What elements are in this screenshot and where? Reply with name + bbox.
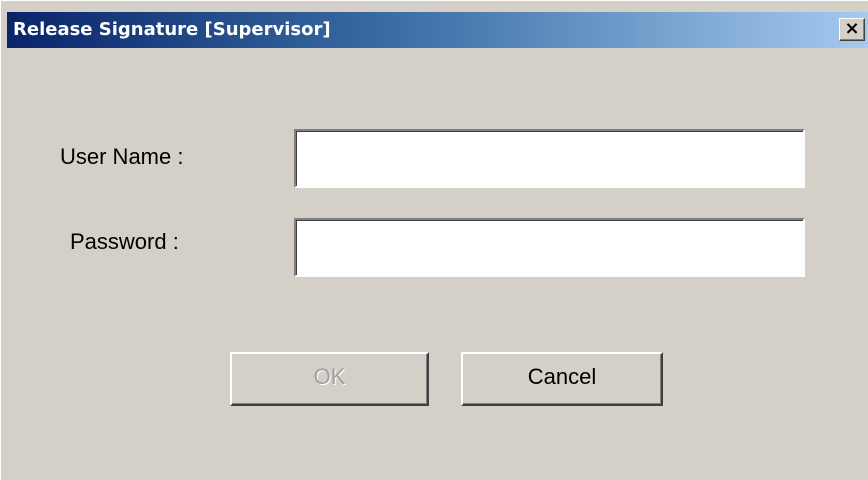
ok-button-label: OK (313, 364, 346, 389)
username-label: User Name : (60, 144, 184, 169)
close-button[interactable]: × (839, 18, 865, 41)
password-label: Password : (70, 229, 179, 254)
close-icon: × (844, 18, 860, 39)
cancel-button[interactable]: Cancel (461, 352, 663, 406)
cancel-button-label: Cancel (527, 364, 597, 389)
release-signature-dialog: Release Signature [Supervisor] × User Na… (0, 0, 868, 480)
title-bar[interactable]: Release Signature [Supervisor] × (7, 12, 868, 48)
username-input[interactable] (294, 129, 805, 188)
password-input[interactable] (294, 218, 805, 277)
dialog-title: Release Signature [Supervisor] (13, 19, 331, 40)
ok-button[interactable]: OK (230, 352, 429, 406)
